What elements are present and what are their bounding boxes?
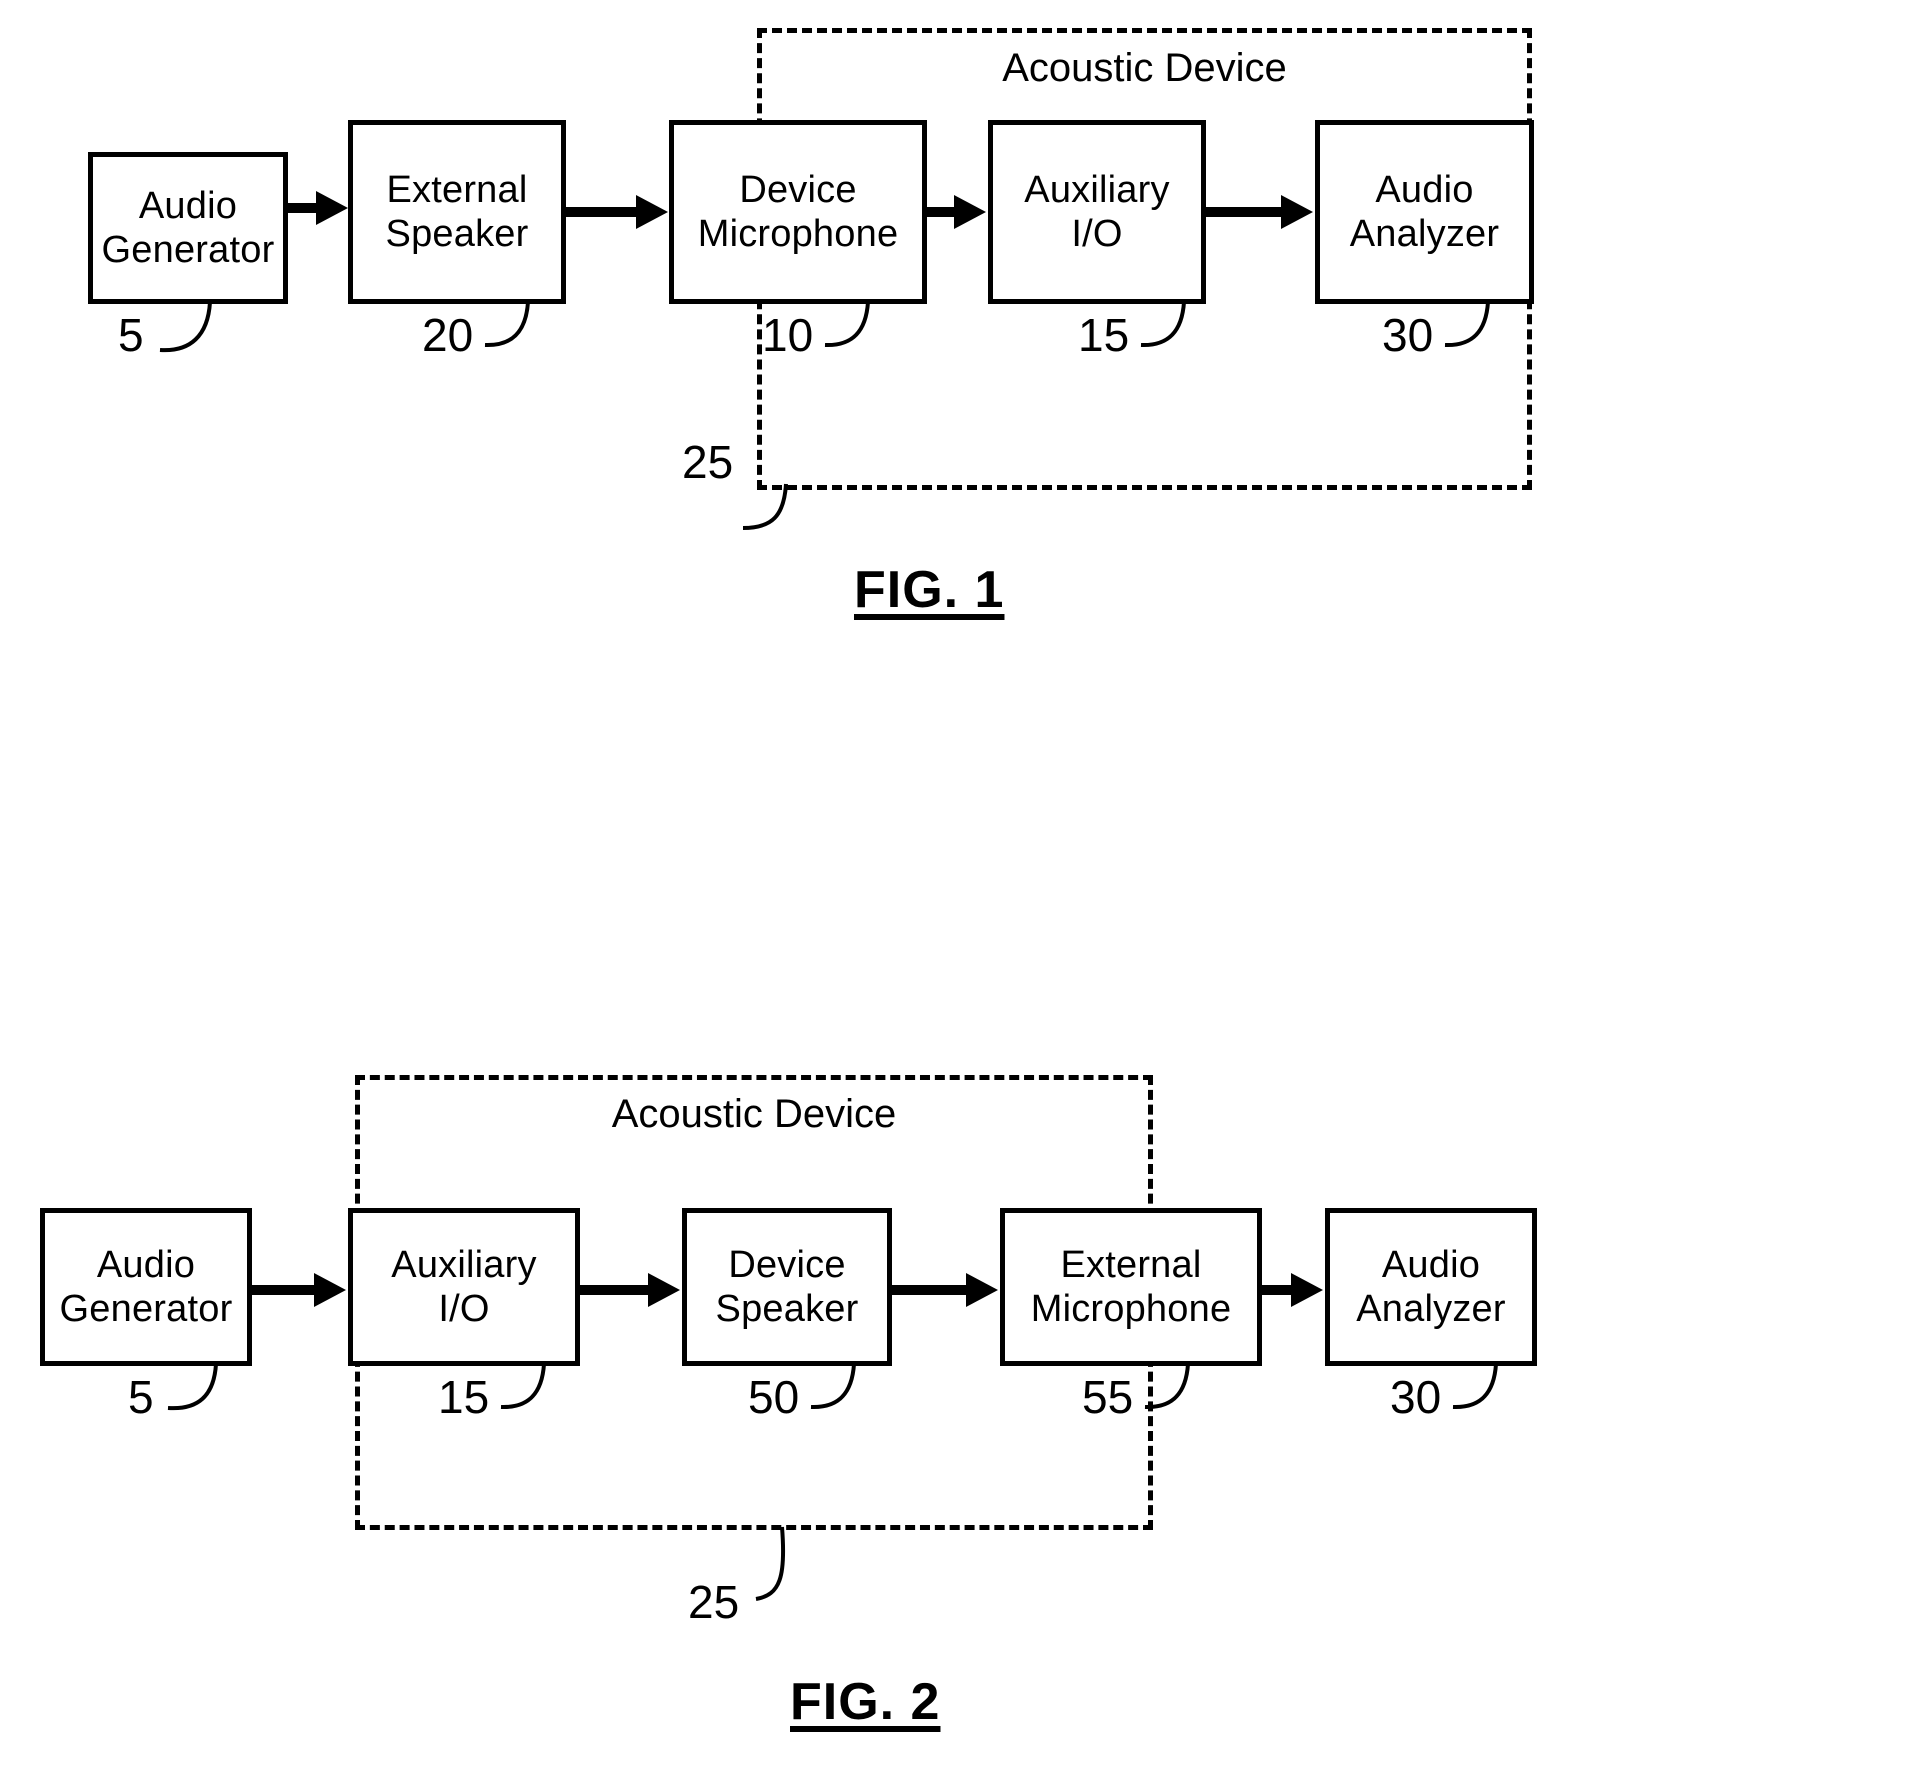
fig1-ref-25: 25: [682, 436, 734, 488]
fig1-block-auxiliary-io: Auxiliary I/O: [988, 120, 1206, 304]
fig1-block-audio-generator-label: Audio Generator: [101, 184, 275, 271]
fig2-ref-50: 50: [748, 1371, 800, 1423]
fig1-leader-25: [742, 483, 788, 530]
fig1-block-audio-analyzer-label: Audio Analyzer: [1349, 168, 1500, 255]
fig1-ref-10: 10: [762, 309, 814, 361]
fig1-ref-15: 15: [1078, 309, 1130, 361]
fig2-block-external-microphone-label: External Microphone: [1030, 1243, 1232, 1330]
fig1-acoustic-device-label: Acoustic Device: [1002, 46, 1287, 90]
fig1-block-device-microphone-label: Device Microphone: [697, 168, 899, 255]
fig1-block-auxiliary-io-label: Auxiliary I/O: [1024, 168, 1170, 255]
fig1-caption: FIG. 1: [854, 561, 1005, 619]
fig1-block-device-microphone: Device Microphone: [669, 120, 927, 304]
fig1-block-external-speaker-label: External Speaker: [385, 168, 529, 255]
fig2-caption: FIG. 2: [790, 1673, 941, 1731]
fig2-leader-30: [1452, 1363, 1498, 1410]
fig1-block-audio-generator: Audio Generator: [88, 152, 288, 304]
patent-figure-sheet: Acoustic Device Audio Generator External…: [0, 0, 1912, 1786]
fig1-block-external-speaker: External Speaker: [348, 120, 566, 304]
fig2-block-external-microphone: External Microphone: [1000, 1208, 1262, 1366]
fig2-leader-5: [167, 1363, 218, 1411]
fig2-block-device-speaker-label: Device Speaker: [715, 1243, 859, 1330]
fig2-acoustic-device-label: Acoustic Device: [611, 1092, 897, 1136]
fig1-leader-20: [484, 301, 530, 348]
fig2-ref-15: 15: [438, 1371, 490, 1423]
fig2-block-audio-generator: Audio Generator: [40, 1208, 252, 1366]
fig2-block-auxiliary-io: Auxiliary I/O: [348, 1208, 580, 1366]
fig2-ref-30: 30: [1390, 1371, 1442, 1423]
fig2-ref-55: 55: [1082, 1371, 1134, 1423]
fig2-block-audio-generator-label: Audio Generator: [59, 1243, 233, 1330]
fig1-leader-5: [159, 301, 212, 353]
fig2-block-auxiliary-io-label: Auxiliary I/O: [391, 1243, 537, 1330]
fig1-ref-20: 20: [422, 309, 474, 361]
fig2-ref-25: 25: [688, 1576, 740, 1628]
fig2-block-audio-analyzer: Audio Analyzer: [1325, 1208, 1537, 1366]
fig2-ref-5: 5: [128, 1371, 154, 1423]
fig1-ref-5: 5: [118, 309, 144, 361]
fig1-ref-30: 30: [1382, 309, 1434, 361]
fig2-leader-25: [755, 1526, 786, 1601]
fig2-block-audio-analyzer-label: Audio Analyzer: [1356, 1243, 1506, 1330]
fig1-block-audio-analyzer: Audio Analyzer: [1315, 120, 1534, 304]
fig2-block-device-speaker: Device Speaker: [682, 1208, 892, 1366]
